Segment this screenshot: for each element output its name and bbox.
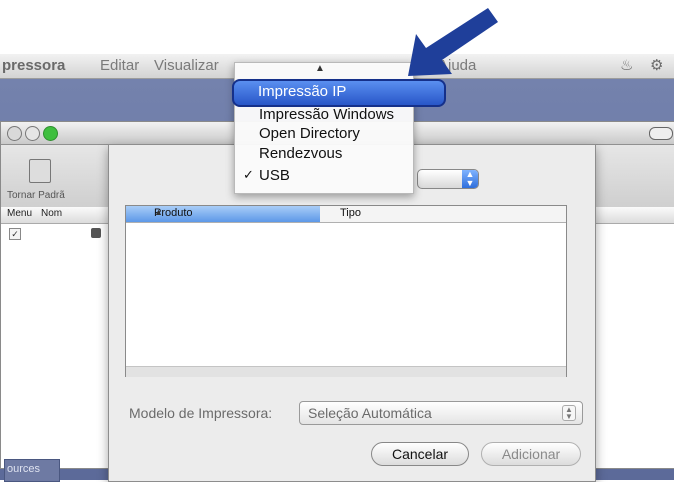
column-header-product[interactable]: Produto ▲: [126, 206, 320, 222]
add-printer-sheet: ▲ ▼ Produto ▲ Tipo Modelo de Impressora: …: [108, 144, 596, 482]
checkbox-icon[interactable]: ✓: [9, 228, 21, 240]
menu-edit[interactable]: Editar: [100, 57, 139, 74]
checkmark-icon: ✓: [243, 167, 254, 182]
resources-tab-label: ources: [7, 463, 41, 475]
printer-model-label: Modelo de Impressora:: [129, 405, 273, 421]
menu-item-open-directory[interactable]: Open Directory: [259, 125, 360, 142]
printer-model-value: Seleção Automática: [308, 405, 432, 421]
pointer-arrow-icon: [408, 8, 498, 76]
table-header: Produto ▲ Tipo: [126, 206, 566, 223]
column-header-type[interactable]: Tipo: [340, 207, 361, 219]
popup-arrows-icon: ▲ ▼: [462, 170, 478, 188]
toolbar-toggle-button[interactable]: [649, 127, 673, 140]
printer-model-select[interactable]: Seleção Automática ▲ ▼: [299, 401, 583, 425]
menu-item-ip-printing[interactable]: Impressão IP: [232, 79, 446, 107]
printer-row-icon: [91, 228, 101, 238]
sort-ascending-icon: ▲: [154, 207, 163, 217]
horizontal-scrollbar[interactable]: [126, 366, 566, 377]
close-button[interactable]: [7, 126, 22, 141]
select-arrows-icon: ▲ ▼: [562, 405, 576, 421]
resources-tab[interactable]: ources: [4, 459, 60, 482]
add-button[interactable]: Adicionar: [481, 442, 581, 466]
menubar-extra-icon[interactable]: ⚙: [650, 56, 663, 74]
menu-item-rendezvous[interactable]: Rendezvous: [259, 145, 342, 162]
menu-item-windows-printing[interactable]: Impressão Windows: [259, 106, 394, 123]
zoom-button[interactable]: [43, 126, 58, 141]
connection-type-menu: ▲ Impressão IP Impressão Windows Open Di…: [232, 62, 446, 194]
column-header-name[interactable]: Nom: [41, 208, 62, 219]
menu-item-ip-printing-label: Impressão IP: [258, 83, 347, 100]
menu-view[interactable]: Visualizar: [154, 57, 219, 74]
menu-scroll-up-icon[interactable]: ▲: [315, 63, 325, 74]
menu-app[interactable]: pressora: [2, 57, 65, 74]
column-header-menu[interactable]: Menu: [7, 208, 32, 219]
cancel-button[interactable]: Cancelar: [371, 442, 469, 466]
minimize-button[interactable]: [25, 126, 40, 141]
menu-item-usb[interactable]: USB: [259, 167, 290, 184]
connection-type-popup[interactable]: ▲ ▼: [417, 169, 479, 189]
printer-icon[interactable]: [29, 159, 51, 183]
make-default-label[interactable]: Tornar Padrã: [7, 190, 65, 201]
printer-browser-table: Produto ▲ Tipo: [125, 205, 567, 377]
menubar-status-icon[interactable]: ♨: [620, 56, 633, 74]
